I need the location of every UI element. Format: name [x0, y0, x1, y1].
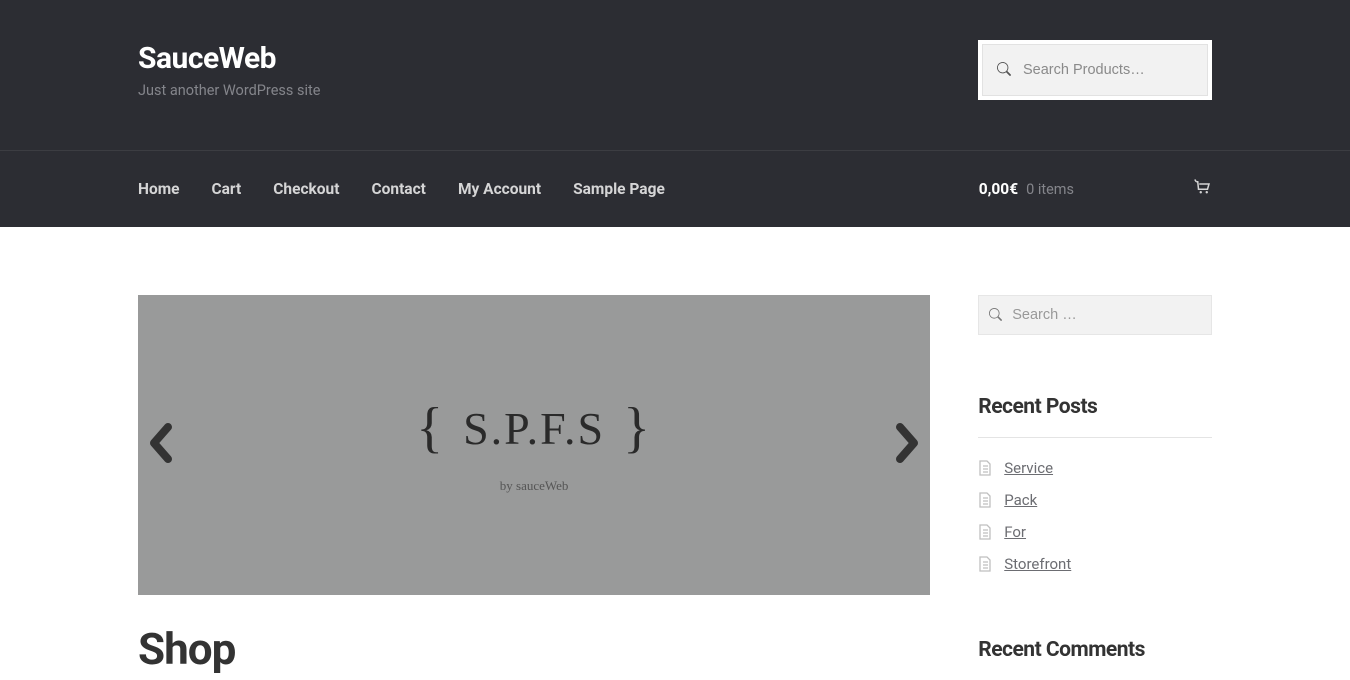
site-branding: SauceWeb Just another WordPress site [138, 41, 320, 99]
page-title: Shop [138, 623, 930, 675]
search-icon [989, 306, 1002, 325]
recent-comments-title: Recent Comments [978, 638, 1212, 662]
hero-slider: { S.P.F.S } by sauceWeb [138, 295, 930, 595]
cart-amount: 0,00€ [979, 180, 1018, 198]
recent-posts-title: Recent Posts [978, 395, 1212, 419]
main-content: { S.P.F.S } by sauceWeb Shop Recent Post… [138, 227, 1212, 680]
nav-checkout[interactable]: Checkout [273, 180, 339, 198]
recent-posts-list: Service Pack For Storefront [978, 452, 1212, 580]
site-tagline: Just another WordPress site [138, 82, 320, 99]
nav-links: Home Cart Checkout Contact My Account Sa… [138, 151, 665, 227]
site-title[interactable]: SauceWeb [138, 41, 320, 76]
sidebar-search [978, 295, 1212, 335]
cart-icon [1194, 179, 1212, 199]
list-item: For [978, 516, 1212, 548]
slider-subtitle: by sauceWeb [500, 478, 569, 494]
document-icon [978, 460, 992, 476]
search-icon [983, 61, 1023, 80]
list-item: Service [978, 452, 1212, 484]
document-icon [978, 492, 992, 508]
nav-sample-page[interactable]: Sample Page [573, 180, 665, 198]
top-bar: SauceWeb Just another WordPress site [0, 0, 1350, 150]
brace-right-icon: } [623, 396, 652, 460]
slider-logo: { S.P.F.S } [416, 396, 652, 460]
sidebar-search-input[interactable] [1012, 307, 1201, 323]
slider-prev-button[interactable] [146, 423, 174, 467]
list-item: Storefront [978, 548, 1212, 580]
recent-post-link[interactable]: Storefront [1004, 555, 1071, 573]
nav-bar: Home Cart Checkout Contact My Account Sa… [0, 150, 1350, 227]
recent-post-link[interactable]: Service [1004, 459, 1053, 477]
document-icon [978, 524, 992, 540]
recent-post-link[interactable]: Pack [1004, 491, 1037, 509]
slider-next-button[interactable] [894, 423, 922, 467]
nav-cart[interactable]: Cart [212, 180, 242, 198]
divider [978, 437, 1212, 438]
content-area: { S.P.F.S } by sauceWeb Shop [138, 295, 930, 680]
list-item: Pack [978, 484, 1212, 516]
sidebar: Recent Posts Service Pack For Storefront… [978, 295, 1212, 680]
cart-items-count: 0 items [1026, 181, 1074, 198]
nav-my-account[interactable]: My Account [458, 180, 541, 198]
brace-left-icon: { [416, 396, 445, 460]
nav-contact[interactable]: Contact [371, 180, 425, 198]
search-input[interactable] [1023, 62, 1207, 78]
nav-home[interactable]: Home [138, 180, 180, 198]
recent-post-link[interactable]: For [1004, 523, 1026, 541]
slider-logo-text: S.P.F.S [463, 402, 605, 455]
cart-block[interactable]: 0,00€ 0 items [979, 151, 1212, 227]
header-search [978, 40, 1212, 100]
document-icon [978, 556, 992, 572]
